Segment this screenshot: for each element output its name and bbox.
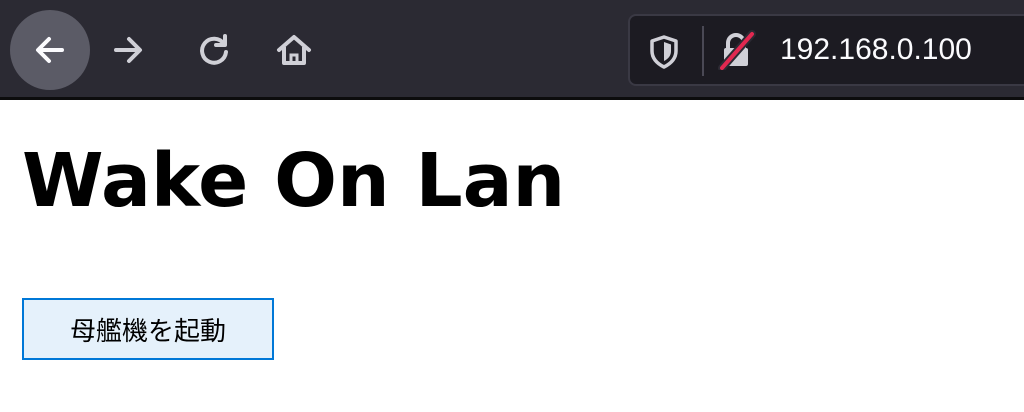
address-bar-divider <box>702 26 704 76</box>
browser-toolbar: 192.168.0.100 <box>0 0 1024 100</box>
page-title: Wake On Lan <box>22 138 566 224</box>
back-arrow-icon <box>36 37 64 63</box>
site-info-button[interactable] <box>714 28 758 72</box>
reload-icon <box>200 34 228 65</box>
reload-button[interactable] <box>186 22 242 78</box>
page-content: Wake On Lan 母艦機を起動 <box>0 100 1024 412</box>
home-icon <box>277 35 311 65</box>
home-button[interactable] <box>266 22 322 78</box>
back-button[interactable] <box>10 10 90 90</box>
shield-icon <box>650 35 678 69</box>
wake-machine-button[interactable]: 母艦機を起動 <box>22 298 274 360</box>
tracking-protection-button[interactable] <box>644 32 684 72</box>
url-text[interactable]: 192.168.0.100 <box>780 30 972 70</box>
forward-button[interactable] <box>100 22 156 78</box>
insecure-lock-icon <box>718 30 756 70</box>
forward-arrow-icon <box>114 37 142 63</box>
